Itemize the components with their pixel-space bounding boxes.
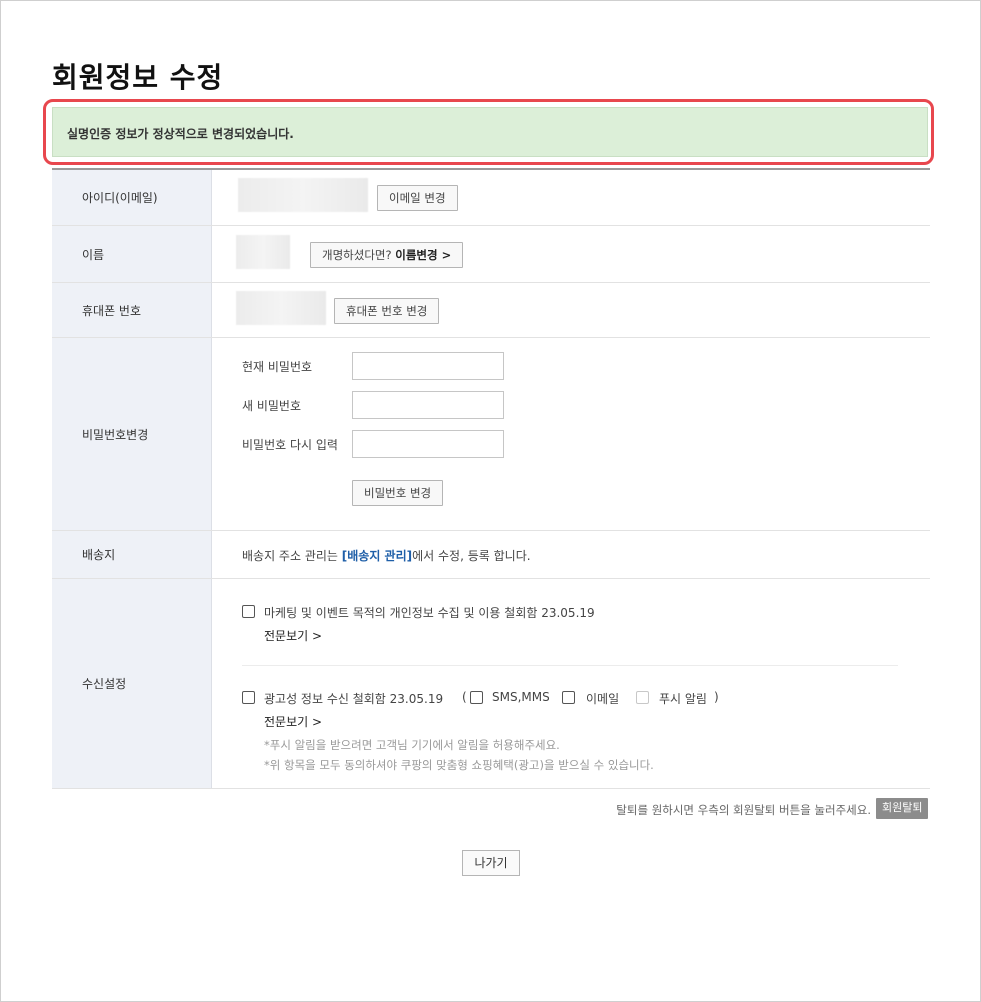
member-info-table: 아이디(이메일) 이메일 변경 이름 개명하셨다면? 이름변경 > 휴대폰 번호… [52, 168, 930, 789]
row-shipping: 배송지 배송지 주소 관리는 [배송지 관리]에서 수정, 등록 합니다. [52, 531, 930, 579]
page-title: 회원정보 수정 [52, 61, 224, 94]
confirm-password-input[interactable] [352, 430, 504, 458]
shipping-manage-link[interactable]: [배송지 관리] [342, 549, 412, 563]
email-label: 이메일 [586, 692, 620, 706]
new-password-label: 새 비밀번호 [242, 399, 302, 413]
row-id: 아이디(이메일) 이메일 변경 [52, 170, 930, 226]
benefit-note: *위 항목을 모두 동의하셔야 쿠팡의 맞춤형 쇼핑혜택(광고)을 받으실 수 … [264, 758, 654, 772]
marketing-withdraw-text: 마케팅 및 이벤트 목적의 개인정보 수집 및 이용 철회함 23.05.19 [264, 606, 595, 620]
phone-value-redacted [236, 291, 326, 325]
change-name-strong: 이름변경 > [395, 248, 452, 262]
close-paren: ) [714, 690, 719, 704]
new-password-input[interactable] [352, 391, 504, 419]
change-password-button[interactable]: 비밀번호 변경 [352, 480, 444, 506]
name-value-redacted [236, 235, 290, 269]
push-label: 푸시 알림 [659, 692, 707, 706]
ad-view-full-link[interactable]: 전문보기 > [264, 713, 322, 730]
email-value-redacted [238, 178, 368, 212]
current-password-label: 현재 비밀번호 [242, 360, 313, 374]
ad-withdraw-checkbox[interactable] [242, 691, 255, 704]
row-shipping-label: 배송지 [52, 531, 212, 578]
row-id-label: 아이디(이메일) [52, 170, 212, 225]
row-password-label: 비밀번호변경 [52, 338, 212, 530]
withdraw-instruction: 탈퇴를 원하시면 우측의 회원탈퇴 버튼을 눌러주세요. [616, 803, 871, 817]
exit-button[interactable]: 나가기 [462, 850, 520, 876]
withdraw-button[interactable]: 회원탈퇴 [876, 798, 929, 819]
current-password-input[interactable] [352, 352, 504, 380]
row-phone-label: 휴대폰 번호 [52, 283, 212, 337]
marketing-view-full-link[interactable]: 전문보기 > [264, 627, 322, 644]
row-password: 비밀번호변경 현재 비밀번호 새 비밀번호 비밀번호 다시 입력 비밀번호 변경 [52, 338, 930, 531]
shipping-text: 배송지 주소 관리는 [배송지 관리]에서 수정, 등록 합니다. [242, 547, 531, 564]
open-paren: ( [462, 690, 467, 704]
change-name-prefix: 개명하셨다면? [322, 248, 396, 262]
change-phone-button[interactable]: 휴대폰 번호 변경 [334, 298, 440, 324]
email-checkbox[interactable] [562, 691, 575, 704]
highlight-box [43, 99, 934, 165]
row-phone: 휴대폰 번호 휴대폰 번호 변경 [52, 283, 930, 338]
row-receive-label: 수신설정 [52, 579, 212, 788]
push-checkbox[interactable] [636, 691, 649, 704]
marketing-withdraw-checkbox[interactable] [242, 605, 255, 618]
push-note: *푸시 알림을 받으려면 고객님 기기에서 알림을 허용해주세요. [264, 738, 560, 752]
receive-divider [242, 665, 898, 666]
ad-withdraw-text: 광고성 정보 수신 철회함 23.05.19 [264, 692, 444, 706]
row-receive: 수신설정 마케팅 및 이벤트 목적의 개인정보 수집 및 이용 철회함 23.0… [52, 579, 930, 789]
shipping-text-before: 배송지 주소 관리는 [242, 549, 342, 563]
row-name-label: 이름 [52, 226, 212, 282]
sms-checkbox[interactable] [470, 691, 483, 704]
sms-label: SMS,MMS [492, 690, 550, 704]
change-name-button[interactable]: 개명하셨다면? 이름변경 > [310, 242, 464, 268]
change-email-button[interactable]: 이메일 변경 [377, 185, 458, 211]
shipping-text-after: 에서 수정, 등록 합니다. [412, 549, 531, 563]
confirm-password-label: 비밀번호 다시 입력 [242, 438, 338, 452]
row-name: 이름 개명하셨다면? 이름변경 > [52, 226, 930, 283]
